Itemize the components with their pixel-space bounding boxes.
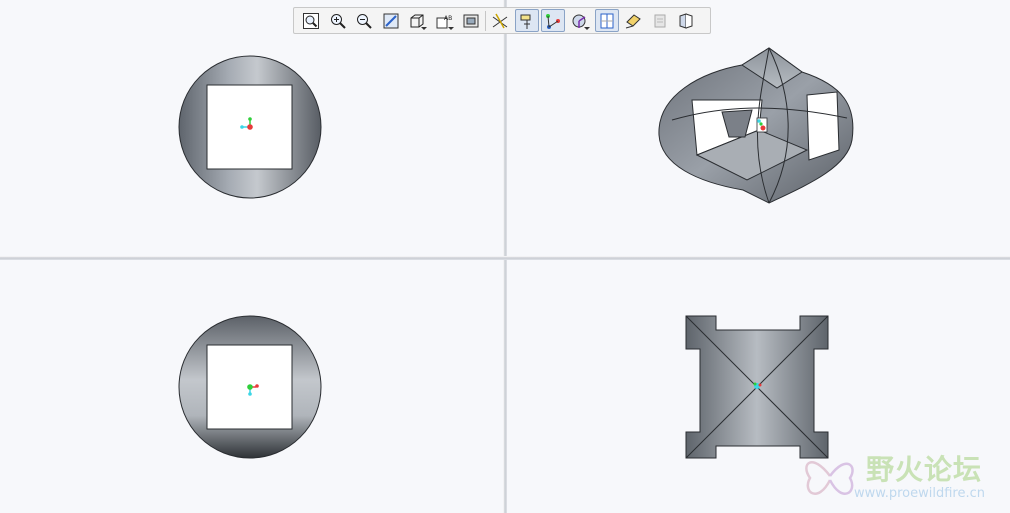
sketch-view-button[interactable] [621, 9, 645, 32]
datum-axes-button[interactable] [514, 9, 539, 32]
datum-axes-icon [520, 14, 531, 29]
zoom-fit-button[interactable] [299, 9, 323, 32]
watermark-title: 野火论坛 [866, 453, 983, 486]
viewport-top-right[interactable] [507, 0, 1010, 256]
model-isometric-view [658, 47, 854, 204]
toolbar-separator [485, 10, 487, 31]
forum-watermark: 野火论坛 www.proewildfire.cn [800, 440, 1010, 510]
coordinate-system-icon [756, 117, 768, 133]
viewport-splitter-horizontal[interactable] [0, 256, 1010, 260]
datum-points-button[interactable] [541, 9, 566, 32]
spin-center-button[interactable] [594, 9, 619, 32]
view-manager-icon [463, 14, 479, 27]
viewport-top-left[interactable] [0, 0, 503, 256]
model-top-view [178, 315, 322, 459]
watermark-url: www.proewildfire.cn [854, 486, 985, 501]
graphics-toolbar: AB [293, 7, 711, 34]
spin-center-icon [600, 13, 614, 28]
repaint-button[interactable] [379, 9, 403, 32]
zoom-fit-icon [303, 12, 319, 29]
zoom-in-icon [330, 13, 346, 29]
repaint-icon [383, 13, 399, 28]
sketch-view-icon [625, 13, 641, 28]
coordinate-systems-button[interactable] [568, 9, 592, 32]
layer-icon [654, 14, 666, 27]
display-style-button[interactable] [405, 9, 429, 32]
zoom-out-icon [357, 13, 372, 29]
layer-button[interactable] [648, 9, 672, 32]
zoom-out-button[interactable] [352, 9, 376, 32]
viewport-bottom-left[interactable] [0, 260, 503, 513]
svg-text:AB: AB [444, 15, 452, 22]
butterfly-logo-icon [805, 461, 854, 495]
datum-planes-button[interactable] [488, 9, 512, 32]
annotation-display-button[interactable]: AB [432, 9, 456, 32]
model-front-view [178, 55, 322, 199]
datum-points-icon [546, 13, 561, 29]
section-button[interactable] [674, 9, 698, 32]
view-manager-button[interactable] [459, 9, 483, 32]
section-icon [679, 12, 693, 29]
datum-planes-icon [492, 13, 508, 28]
zoom-in-button[interactable] [326, 9, 350, 32]
